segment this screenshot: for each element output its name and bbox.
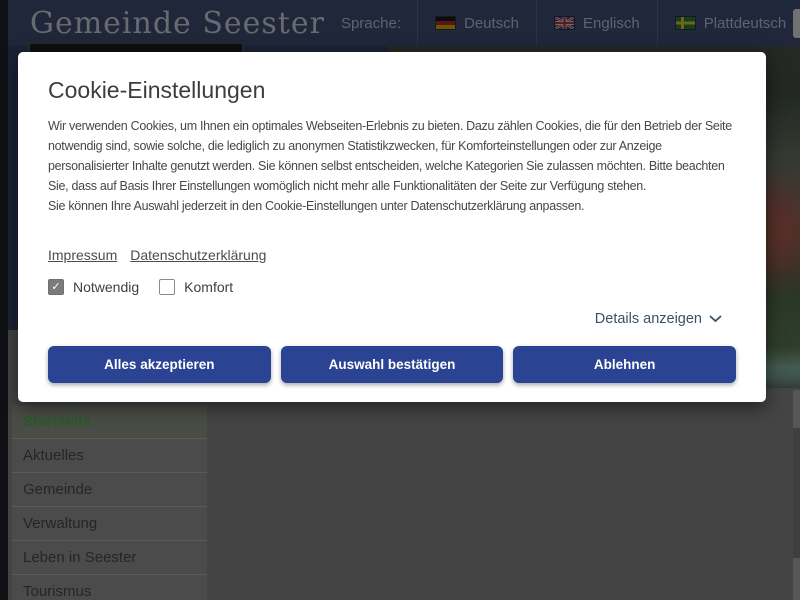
details-toggle-label: Details anzeigen (595, 311, 702, 327)
dialog-buttons: Alles akzeptieren Auswahl bestätigen Abl… (48, 346, 736, 383)
details-toggle[interactable]: Details anzeigen (48, 309, 736, 329)
browser-page: Gemeinde Seester Sprache: Deutsch (0, 0, 800, 600)
dialog-links: Impressum Datenschutzerklärung (48, 247, 736, 264)
accept-all-button[interactable]: Alles akzeptieren (48, 346, 271, 383)
reject-button[interactable]: Ablehnen (513, 346, 736, 383)
cookie-consent-dialog: Cookie-Einstellungen Wir verwenden Cooki… (18, 52, 766, 402)
dialog-text: Sie können Ihre Auswahl jederzeit in den… (48, 196, 736, 216)
dialog-text: Wir verwenden Cookies, um Ihnen ein opti… (48, 116, 736, 196)
impressum-link[interactable]: Impressum (48, 247, 117, 264)
dialog-title: Cookie-Einstellungen (48, 76, 736, 104)
confirm-selection-button[interactable]: Auswahl bestätigen (281, 346, 504, 383)
datenschutz-link[interactable]: Datenschutzerklärung (130, 247, 266, 264)
cookie-category-checkboxes: ✓ Notwendig ✓ Komfort (48, 279, 736, 295)
komfort-checkbox[interactable]: ✓ (159, 279, 175, 295)
komfort-checkbox-row[interactable]: ✓ Komfort (159, 279, 233, 295)
notwendig-checkbox[interactable]: ✓ (48, 279, 64, 295)
komfort-label: Komfort (184, 279, 233, 295)
notwendig-checkbox-row[interactable]: ✓ Notwendig (48, 279, 139, 295)
chevron-down-icon (709, 315, 722, 323)
notwendig-label: Notwendig (73, 279, 139, 295)
